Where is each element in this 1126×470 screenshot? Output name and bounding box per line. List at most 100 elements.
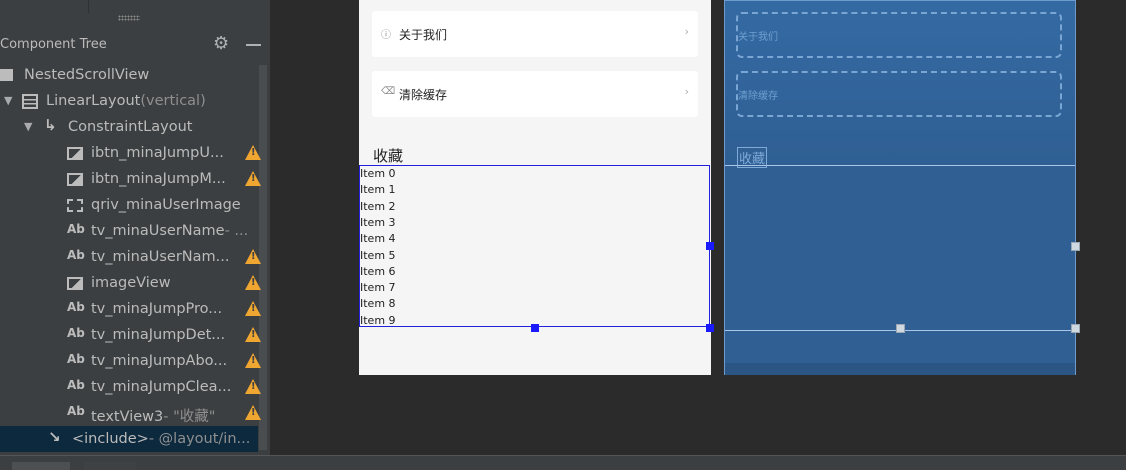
warning-icon[interactable] xyxy=(245,249,261,264)
list-item: Item 2 xyxy=(360,199,396,213)
list-item: Item 4 xyxy=(360,232,396,246)
component-detail: (vertical) xyxy=(140,93,206,109)
component-name: tv_minaUserNam... xyxy=(91,249,230,265)
card-label: 清除缓存 xyxy=(738,91,778,102)
component-name: ibtn_minaJumpU... xyxy=(91,145,224,161)
scrollview-icon xyxy=(0,69,13,81)
component-name: tv_minaJumpDet... xyxy=(91,327,226,343)
warning-icon[interactable] xyxy=(245,405,261,420)
list-item: Item 3 xyxy=(360,215,396,229)
tree-row-label: tv_minaJumpPro... xyxy=(91,301,222,317)
component-name: ibtn_minaJumpM... xyxy=(91,171,226,187)
tree-row[interactable]: ibtn_minaJumpM... xyxy=(0,166,261,192)
list-item: Item 7 xyxy=(360,281,396,295)
blueprint-preview[interactable]: 关于我们 清除缓存 收藏 xyxy=(724,0,1080,375)
info-icon: ⓘ xyxy=(381,30,391,41)
tree-row-label: textView3- "收藏" xyxy=(91,405,215,426)
resize-handle-bottom[interactable] xyxy=(896,324,905,333)
tree-row-label: ConstraintLayout xyxy=(68,119,192,135)
design-preview[interactable]: ⓘ 关于我们 › ⌫ 清除缓存 › 收藏 Item 0 Item 1 Item 2I… xyxy=(359,0,714,375)
chevron-right-icon: › xyxy=(684,25,689,38)
text-icon: Ab xyxy=(67,404,85,418)
tree-row[interactable]: Ab tv_minaJumpPro... xyxy=(0,296,261,322)
tree-row-label: LinearLayout(vertical) xyxy=(46,93,206,109)
text-icon: Ab xyxy=(67,378,85,392)
tree-row[interactable]: Ab tv_minaUserNam... xyxy=(0,244,261,270)
tree-row[interactable]: ibtn_minaJumpU... xyxy=(0,140,261,166)
tree-row[interactable]: ↘ <include>- @layout/in... xyxy=(0,426,258,452)
gear-icon[interactable]: ⚙ xyxy=(213,34,229,54)
warning-icon[interactable] xyxy=(245,301,261,316)
resize-handle-bottom[interactable] xyxy=(531,324,539,332)
tree-row[interactable]: ▼ ↳ ConstraintLayout xyxy=(0,114,258,140)
text-icon: Ab xyxy=(67,248,85,262)
tree-row[interactable]: imageView xyxy=(0,270,261,296)
tree-row[interactable]: NestedScrollView xyxy=(0,62,258,88)
tree-row[interactable]: Ab tv_minaJumpDet... xyxy=(0,322,261,348)
component-name: tv_minaUserName xyxy=(91,223,225,239)
panel-resize-grip[interactable] xyxy=(118,15,140,21)
component-name: qriv_minaUserImage xyxy=(91,197,241,213)
blueprint-footer xyxy=(725,363,1075,375)
component-name: ConstraintLayout xyxy=(68,119,193,135)
resize-handle-corner[interactable] xyxy=(1071,324,1080,333)
blueprint-about-card[interactable]: 关于我们 xyxy=(736,12,1062,58)
warning-icon[interactable] xyxy=(245,275,261,290)
tree-row-label: tv_minaJumpAbo... xyxy=(91,353,227,369)
about-us-card[interactable]: ⓘ 关于我们 › xyxy=(372,11,698,57)
constraintlayout-icon: ↳ xyxy=(44,116,57,134)
tree-row-label: NestedScrollView xyxy=(24,67,149,83)
clear-cache-card[interactable]: ⌫ 清除缓存 › xyxy=(372,71,698,117)
resize-handle-corner[interactable] xyxy=(706,324,714,332)
component-tree-header: Component Tree ⚙ xyxy=(0,30,270,60)
panel-title: Component Tree xyxy=(0,37,107,52)
list-item: Item 1 xyxy=(360,183,396,197)
divider xyxy=(88,0,89,13)
tree-row[interactable]: Ab tv_minaJumpClea... xyxy=(0,374,261,400)
tree-row-label: tv_minaUserNam... xyxy=(91,249,229,265)
tree-row[interactable]: Ab textView3- "收藏" xyxy=(0,400,261,426)
image-icon xyxy=(67,147,83,160)
text-icon: Ab xyxy=(67,222,85,236)
clean-icon: ⌫ xyxy=(381,86,396,97)
chevron-down-icon[interactable]: ▼ xyxy=(24,120,32,133)
list-item: Item 6 xyxy=(360,264,396,278)
tree-row-label: ibtn_minaJumpU... xyxy=(91,145,224,161)
include-icon: ↘ xyxy=(48,428,61,446)
blueprint-cache-card[interactable]: 清除缓存 xyxy=(736,71,1062,117)
resize-handle-right[interactable] xyxy=(706,242,714,250)
blueprint-include-list[interactable] xyxy=(725,165,1075,331)
text-icon: Ab xyxy=(67,300,85,314)
tree-row[interactable]: qriv_minaUserImage xyxy=(0,192,258,218)
chevron-down-icon[interactable]: ▼ xyxy=(4,94,12,107)
tree-row-label: qriv_minaUserImage xyxy=(91,197,241,213)
tree-row[interactable]: Ab tv_minaJumpAbo... xyxy=(0,348,261,374)
tree-row[interactable]: ▼ LinearLayout(vertical) xyxy=(0,88,258,114)
tree-row[interactable]: Ab tv_minaUserName- ... xyxy=(0,218,258,244)
warning-icon[interactable] xyxy=(245,379,261,394)
text-icon: Ab xyxy=(67,326,85,340)
warning-icon[interactable] xyxy=(245,171,261,186)
component-name: imageView xyxy=(91,275,171,291)
warning-icon[interactable] xyxy=(245,327,261,342)
linearlayout-icon xyxy=(22,94,38,109)
bottom-tool-bar xyxy=(0,455,1126,470)
text-icon: Ab xyxy=(67,352,85,366)
warning-icon[interactable] xyxy=(245,353,261,368)
chevron-right-icon: › xyxy=(684,85,689,98)
minimize-icon[interactable] xyxy=(246,44,261,46)
component-name: textView3 xyxy=(91,409,164,425)
list-item: Item 0 xyxy=(360,167,396,180)
resize-handle-right[interactable] xyxy=(1071,242,1080,251)
card-label: 关于我们 xyxy=(399,28,448,42)
component-name: LinearLayout xyxy=(46,93,141,109)
tree-row-label: tv_minaJumpDet... xyxy=(91,327,225,343)
component-detail: - @layout/in... xyxy=(148,431,251,447)
card-label: 关于我们 xyxy=(738,32,778,43)
component-name: <include> xyxy=(72,431,149,447)
component-detail: - ... xyxy=(224,223,249,239)
image-icon xyxy=(67,173,83,186)
tree-row-label: tv_minaJumpClea... xyxy=(91,379,231,395)
warning-icon[interactable] xyxy=(245,145,261,160)
selected-include-list[interactable]: Item 0 Item 1 Item 2 Item 3 Item 4 Item 5 Item… xyxy=(359,165,710,327)
